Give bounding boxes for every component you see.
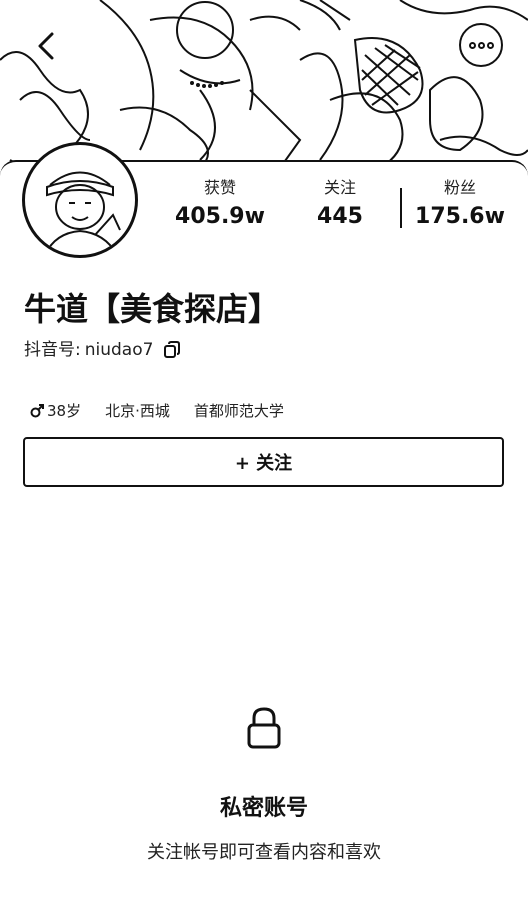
profile-id-value: niudao7: [84, 340, 154, 360]
tag-gender-age: 38岁: [30, 400, 81, 421]
tag-school: 首都师范大学: [193, 402, 284, 420]
stats-divider: [400, 188, 402, 228]
tag-age: 38岁: [47, 402, 82, 420]
lock-icon: [247, 707, 281, 749]
profile-stats: 获赞 405.9w 关注 445 粉丝 175.6w: [160, 178, 520, 234]
private-account-description: 关注帐号即可查看内容和喜欢: [147, 842, 381, 863]
stat-likes-value: 405.9w: [175, 204, 265, 229]
stat-following-value: 445: [317, 204, 363, 229]
private-account-title: 私密账号: [219, 796, 308, 821]
stat-following-label: 关注: [323, 178, 356, 197]
profile-id-line: 抖音号: niudao7: [24, 338, 181, 362]
stat-followers[interactable]: 粉丝 175.6w: [400, 178, 520, 234]
more-icon-dot: [477, 41, 485, 49]
profile-sheet: [0, 160, 528, 897]
tag-location: 北京·西城: [105, 402, 170, 420]
back-arrow-icon: [38, 32, 54, 60]
more-button[interactable]: [459, 23, 503, 67]
male-icon: [30, 403, 44, 417]
more-icon-dot: [486, 41, 494, 49]
more-icon: [468, 41, 476, 49]
stat-likes[interactable]: 获赞 405.9w: [160, 178, 280, 234]
avatar[interactable]: [22, 142, 138, 258]
stat-likes-label: 获赞: [203, 178, 236, 197]
profile-id-label: 抖音号:: [24, 340, 81, 360]
profile-tags: 38岁 北京·西城 首都师范大学: [30, 400, 308, 421]
back-button[interactable]: [26, 28, 66, 64]
follow-button[interactable]: + 关注: [23, 437, 504, 487]
profile-name: 牛道【美食探店】: [24, 290, 281, 328]
stat-followers-value: 175.6w: [415, 204, 505, 229]
stat-followers-label: 粉丝: [443, 178, 476, 197]
stat-following[interactable]: 关注 445: [280, 178, 400, 234]
copy-icon[interactable]: [163, 341, 181, 359]
